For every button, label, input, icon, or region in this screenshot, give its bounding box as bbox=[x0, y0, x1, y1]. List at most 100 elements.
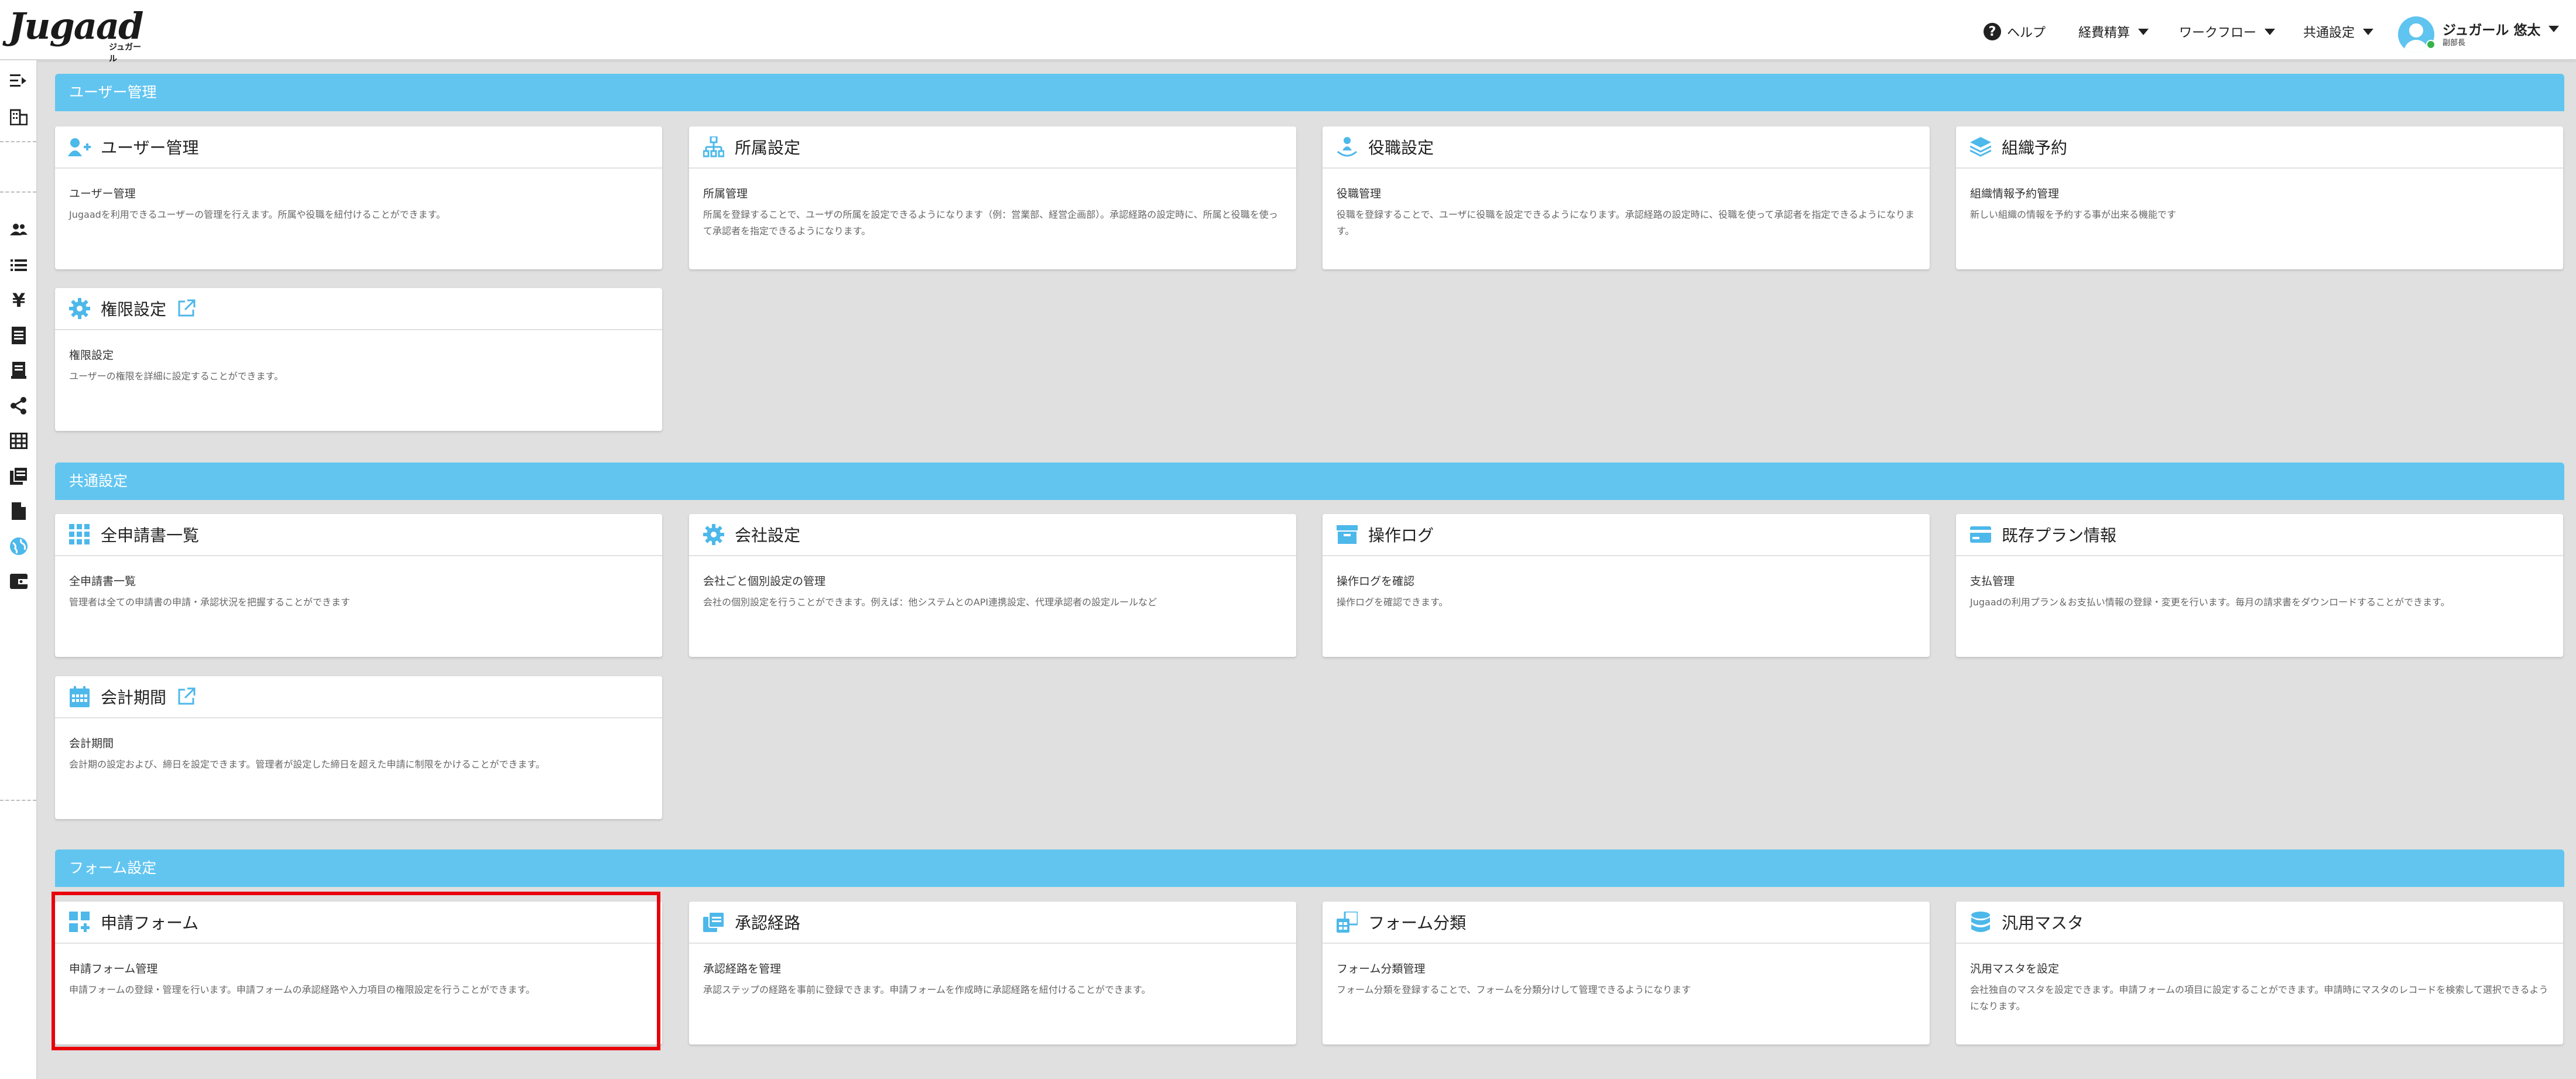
card-form-category[interactable]: フォーム分類 フォーム分類管理 フォーム分類を登録することで、フォームを分類分け… bbox=[1323, 902, 1930, 1044]
users-icon[interactable] bbox=[9, 220, 29, 239]
card-title: 所属設定 bbox=[735, 138, 801, 157]
card-permission-settings[interactable]: 権限設定 権限設定 ユーザーの権限を詳細に設定することができます。 bbox=[55, 288, 662, 431]
nav-expense-menu[interactable]: 経費精算 bbox=[2078, 20, 2149, 43]
card-subtitle: ユーザー管理 bbox=[69, 187, 136, 200]
expand-menu-icon[interactable] bbox=[9, 71, 29, 91]
card-subtitle: 申請フォーム管理 bbox=[69, 962, 158, 975]
card-user-management[interactable]: ユーザー管理 ユーザー管理 Jugaadを利用できるユーザーの管理を行えます。所… bbox=[55, 126, 662, 269]
card-all-applications[interactable]: 全申請書一覧 全申請書一覧 管理者は全ての申請書の申請・承認状況を把握することが… bbox=[55, 514, 662, 657]
card-icon bbox=[1969, 523, 1992, 546]
card-subtitle: 汎用マスタを設定 bbox=[1970, 962, 2060, 975]
card-description: 新しい組織の情報を予約する事が出来る機能です bbox=[1970, 209, 2177, 220]
card-subtitle: 組織情報予約管理 bbox=[1970, 187, 2060, 200]
share-icon[interactable] bbox=[9, 396, 29, 416]
external-link-icon[interactable] bbox=[177, 687, 196, 706]
section-header-form-settings: フォーム設定 bbox=[55, 850, 2564, 887]
card-title: 承認経路 bbox=[735, 913, 801, 933]
logo[interactable]: Jugaad ジュガール bbox=[8, 5, 149, 64]
card-description: 所属を登録することで、ユーザの所属を設定できるようになります（例：営業部、経営企… bbox=[703, 209, 1278, 237]
card-title: 組織予約 bbox=[2002, 138, 2068, 157]
card-description: 操作ログを確認できます。 bbox=[1337, 597, 1448, 608]
card-description: Jugaadを利用できるユーザーの管理を行えます。所属や役職を紐付けることができ… bbox=[69, 209, 446, 220]
help-link[interactable]: ? ヘルプ bbox=[1984, 20, 2046, 43]
org-tree-icon bbox=[702, 135, 725, 159]
chevron-down-icon bbox=[2548, 25, 2560, 32]
card-description: 承認ステップの経路を事前に登録できます。申請フォームを作成時に承認経路を紐付ける… bbox=[703, 984, 1151, 995]
section-header-common-settings: 共通設定 bbox=[55, 463, 2564, 500]
copy-icon[interactable] bbox=[9, 466, 29, 486]
card-subtitle: 会計期間 bbox=[69, 737, 114, 750]
card-application-form[interactable]: 申請フォーム 申請フォーム管理 申請フォームの登録・管理を行います。申請フォーム… bbox=[55, 902, 662, 1044]
list-icon[interactable] bbox=[9, 255, 29, 275]
card-title: 汎用マスタ bbox=[2002, 913, 2084, 933]
wallet-icon[interactable] bbox=[9, 571, 29, 591]
external-link-icon[interactable] bbox=[177, 299, 196, 318]
card-title: ユーザー管理 bbox=[101, 138, 199, 157]
card-position-settings[interactable]: 役職設定 役職管理 役職を登録することで、ユーザに役職を設定できるようになります… bbox=[1323, 126, 1930, 269]
card-title: 役職設定 bbox=[1368, 138, 1434, 157]
section-header-user-management: ユーザー管理 bbox=[55, 74, 2564, 111]
card-title: 全申請書一覧 bbox=[101, 526, 200, 545]
document-icon[interactable] bbox=[9, 326, 29, 345]
card-subtitle: フォーム分類管理 bbox=[1337, 962, 1426, 975]
card-accounting-period[interactable]: 会計期間 会計期間 会計期の設定および、締日を設定できます。管理者が設定した締日… bbox=[55, 676, 662, 819]
card-description: 会社の個別設定を行うことができます。例えば：他システムとのAPI連携設定、代理承… bbox=[703, 597, 1157, 608]
card-existing-plan-info[interactable]: 既存プラン情報 支払管理 Jugaadの利用プラン＆お支払い情報の登録・変更を行… bbox=[1956, 514, 2563, 657]
table-icon[interactable] bbox=[9, 431, 29, 451]
card-operation-log[interactable]: 操作ログ 操作ログを確認 操作ログを確認できます。 bbox=[1323, 514, 1930, 657]
nav-workflow-menu[interactable]: ワークフロー bbox=[2179, 20, 2276, 43]
card-approval-route[interactable]: 承認経路 承認経路を管理 承認ステップの経路を事前に登録できます。申請フォームを… bbox=[689, 902, 1296, 1044]
chevron-down-icon bbox=[2363, 28, 2374, 35]
receipt-icon[interactable] bbox=[9, 361, 29, 381]
card-subtitle: 会社ごと個別設定の管理 bbox=[703, 575, 826, 588]
help-label: ヘルプ bbox=[2007, 26, 2046, 40]
category-icon bbox=[1335, 910, 1359, 934]
card-description: ユーザーの権限を詳細に設定することができます。 bbox=[69, 371, 284, 382]
sidebar: ¥ bbox=[0, 60, 37, 1079]
card-title: 既存プラン情報 bbox=[2002, 526, 2117, 545]
chevron-down-icon bbox=[2138, 28, 2149, 35]
nav-common-label: 共通設定 bbox=[2303, 26, 2355, 40]
globe-icon[interactable] bbox=[9, 536, 29, 556]
card-description: 会計期の設定および、締日を設定できます。管理者が設定した締日を超えた申請に制限を… bbox=[69, 759, 545, 770]
card-subtitle: 役職管理 bbox=[1337, 187, 1382, 200]
card-description: Jugaadの利用プラン＆お支払い情報の登録・変更を行います。毎月の請求書をダウ… bbox=[1970, 597, 2450, 608]
card-organization-reservation[interactable]: 組織予約 組織情報予約管理 新しい組織の情報を予約する事が出来る機能です bbox=[1956, 126, 2563, 269]
database-icon bbox=[1969, 910, 1992, 934]
card-description: 役職を登録することで、ユーザに役職を設定できるようになります。承認経路の設定時に… bbox=[1337, 209, 1915, 237]
form-add-icon bbox=[68, 910, 91, 934]
card-title: 会社設定 bbox=[735, 526, 801, 545]
top-bar: Jugaad ジュガール ? ヘルプ 経費精算 ワークフロー 共通設定 ジュガー… bbox=[0, 0, 2576, 64]
nav-common-menu[interactable]: 共通設定 bbox=[2303, 20, 2374, 43]
archive-icon bbox=[1335, 523, 1359, 546]
grid-icon bbox=[68, 523, 91, 546]
calendar-icon bbox=[68, 685, 91, 708]
card-title: フォーム分類 bbox=[1368, 913, 1467, 933]
yen-icon[interactable]: ¥ bbox=[9, 289, 29, 311]
card-subtitle: 権限設定 bbox=[69, 349, 114, 362]
card-general-master[interactable]: 汎用マスタ 汎用マスタを設定 会社独自のマスタを設定できます。申請フォームの項目… bbox=[1956, 902, 2563, 1044]
user-role: 副部長 bbox=[2443, 39, 2466, 47]
card-title: 会計期間 bbox=[101, 688, 167, 707]
file-icon[interactable] bbox=[9, 501, 29, 521]
card-description: フォーム分類を登録することで、フォームを分類分けして管理できるようになります bbox=[1337, 984, 1691, 995]
card-affiliation-settings[interactable]: 所属設定 所属管理 所属を登録することで、ユーザの所属を設定できるようになります… bbox=[689, 126, 1296, 269]
card-company-settings[interactable]: 会社設定 会社ごと個別設定の管理 会社の個別設定を行うことができます。例えば：他… bbox=[689, 514, 1296, 657]
user-add-icon bbox=[68, 135, 91, 159]
gear-icon bbox=[68, 297, 91, 320]
card-subtitle: 承認経路を管理 bbox=[703, 962, 782, 975]
route-icon bbox=[702, 910, 725, 934]
card-title: 申請フォーム bbox=[101, 913, 199, 933]
nav-expense-label: 経費精算 bbox=[2078, 26, 2130, 40]
layers-icon bbox=[1969, 135, 1992, 159]
card-subtitle: 支払管理 bbox=[1970, 575, 2015, 588]
online-status-dot bbox=[2426, 40, 2435, 49]
chevron-down-icon bbox=[2265, 28, 2276, 35]
user-menu[interactable]: ジュガール 悠太 bbox=[2443, 19, 2560, 39]
building-icon[interactable] bbox=[9, 107, 29, 127]
user-name: ジュガール 悠太 bbox=[2443, 23, 2541, 38]
card-subtitle: 所属管理 bbox=[703, 187, 748, 200]
nav-workflow-label: ワークフロー bbox=[2179, 26, 2257, 40]
card-description: 申請フォームの登録・管理を行います。申請フォームの承認経路や入力項目の権限設定を… bbox=[69, 984, 535, 995]
card-title: 操作ログ bbox=[1368, 526, 1434, 545]
